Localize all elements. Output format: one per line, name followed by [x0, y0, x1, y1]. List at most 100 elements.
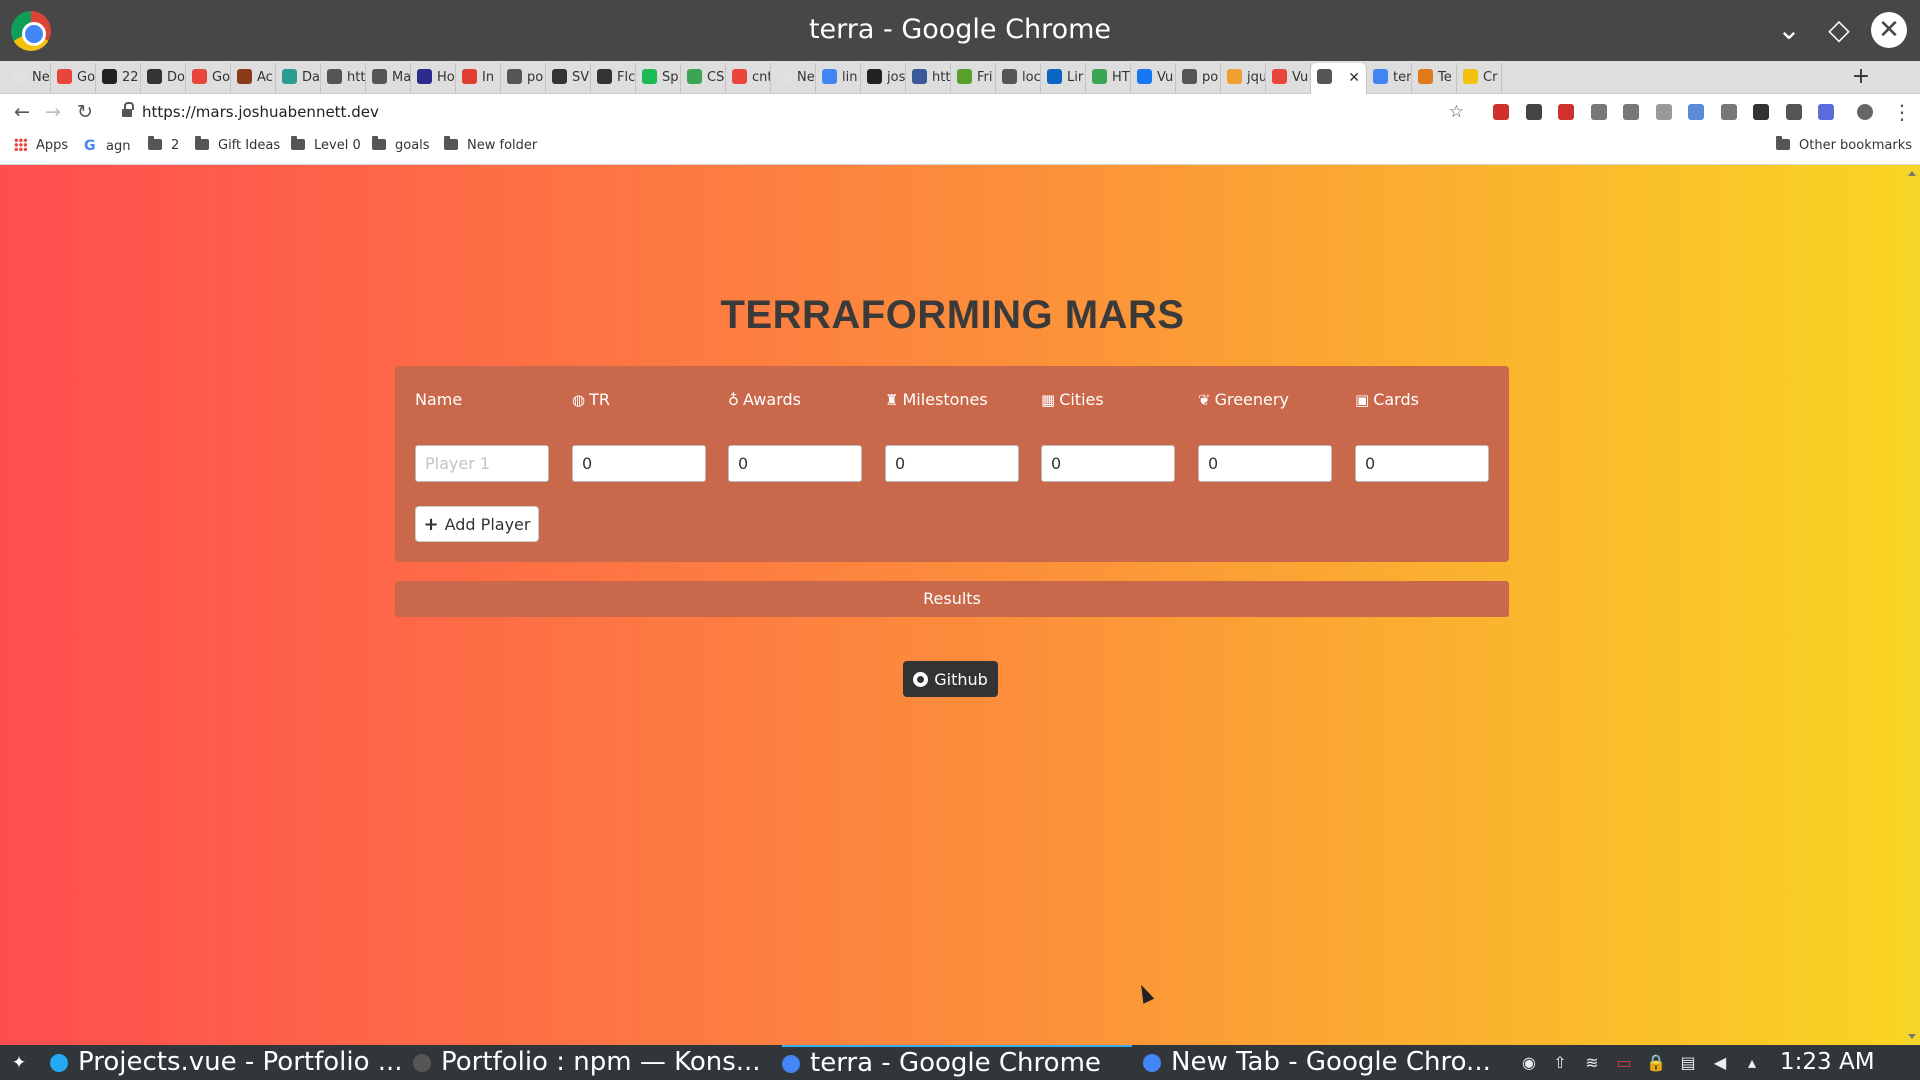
application-launcher-icon[interactable]: ✦ — [8, 1052, 30, 1074]
taskbar-task[interactable]: Projects.vue - Portfolio ... — [50, 1045, 402, 1080]
greenery-input[interactable] — [1198, 445, 1332, 482]
bookmark-folder-gift-ideas[interactable]: Gift Ideas — [195, 130, 280, 162]
minimize-button[interactable]: ⌄ — [1771, 12, 1807, 48]
bookmark-folder-level-0[interactable]: Level 0 — [291, 130, 361, 162]
browser-tab[interactable]: lin — [816, 63, 861, 93]
milestones-input[interactable] — [885, 445, 1019, 482]
browser-tab[interactable]: Go — [51, 63, 96, 93]
github-button[interactable]: Github — [903, 661, 998, 697]
extension-icon[interactable] — [1493, 104, 1509, 120]
back-button[interactable]: ← — [8, 98, 36, 126]
extension-icon[interactable] — [1558, 104, 1574, 120]
browser-tab[interactable]: In — [456, 63, 501, 93]
browser-tab[interactable]: htt — [321, 63, 366, 93]
maximize-button[interactable]: ◇ — [1821, 12, 1857, 48]
browser-tab[interactable]: ter — [1367, 63, 1412, 93]
browser-tab[interactable]: HT — [1086, 63, 1131, 93]
task-app-icon — [413, 1054, 431, 1072]
extension-icon[interactable] — [1818, 104, 1834, 120]
globe-icon: ◍ — [572, 391, 586, 409]
browser-tab[interactable]: po — [1176, 63, 1221, 93]
url-text[interactable]: https://mars.joshuabennett.dev — [142, 98, 379, 126]
browser-tab[interactable]: Ma — [366, 63, 411, 93]
scroll-down-arrow-icon[interactable] — [1908, 1034, 1916, 1039]
tab-label: Do — [167, 70, 185, 85]
close-tab-icon[interactable]: ✕ — [1348, 63, 1360, 93]
browser-tab[interactable]: Te — [1412, 63, 1457, 93]
browser-tab[interactable]: po — [501, 63, 546, 93]
browser-tab[interactable]: New T — [6, 63, 51, 93]
add-player-button[interactable]: + Add Player — [415, 506, 539, 542]
taskbar-task[interactable]: Portfolio : npm — Kons... — [413, 1045, 765, 1080]
extension-icon[interactable] — [1590, 104, 1607, 120]
browser-tab[interactable]: loc — [996, 63, 1041, 93]
plus-icon: + — [423, 513, 439, 535]
bookmark-folder-goals[interactable]: goals — [372, 130, 430, 162]
bookmark-agn[interactable]: Gagn — [84, 130, 130, 162]
browser-tab[interactable]: jos — [861, 63, 906, 93]
lock-tray-icon[interactable]: 🔒 — [1646, 1053, 1666, 1073]
forward-button[interactable]: → — [39, 98, 67, 126]
other-bookmarks[interactable]: Other bookmarks — [1776, 130, 1912, 162]
address-bar[interactable]: https://mars.joshuabennett.dev ☆ — [112, 98, 1464, 126]
browser-tab[interactable]: Sp — [636, 63, 681, 93]
new-tab-button[interactable]: + — [1846, 61, 1876, 93]
browser-tab[interactable]: Do — [141, 63, 186, 93]
browser-tab[interactable]: Flc — [591, 63, 636, 93]
volume-icon[interactable]: ◀ — [1710, 1053, 1730, 1073]
browser-tab[interactable]: ✕ — [1311, 63, 1367, 95]
extension-icon[interactable] — [1785, 104, 1802, 120]
bookmark-apps[interactable]: Apps — [14, 130, 68, 162]
browser-tab[interactable]: jqu — [1221, 63, 1266, 93]
bookmark-star-icon[interactable]: ☆ — [1449, 98, 1464, 126]
clock[interactable]: 1:23 AM — [1780, 1045, 1875, 1080]
task-label: terra - Google Chrome — [810, 1048, 1101, 1078]
browser-tab[interactable]: Vu — [1131, 63, 1176, 93]
task-app-icon — [1143, 1054, 1161, 1072]
browser-tab[interactable]: Da — [276, 63, 321, 93]
scroll-up-arrow-icon[interactable] — [1908, 171, 1916, 176]
browser-tab[interactable]: SV — [546, 63, 591, 93]
extension-icon[interactable] — [1623, 104, 1639, 120]
reload-button[interactable]: ↻ — [71, 98, 99, 126]
updates-tray-icon[interactable]: ⇧ — [1550, 1053, 1570, 1073]
browser-tab[interactable]: Cr — [1457, 63, 1502, 93]
github-label: Github — [934, 669, 988, 689]
player-name-input[interactable] — [415, 445, 549, 482]
bookmark-folder-2[interactable]: 2 — [148, 130, 179, 162]
browser-tab[interactable]: Ac — [231, 63, 276, 93]
wifi-icon[interactable]: ≋ — [1582, 1053, 1602, 1073]
page-scrollbar[interactable] — [1905, 165, 1920, 1045]
browser-tab[interactable]: Ho — [411, 63, 456, 93]
awards-input[interactable] — [728, 445, 862, 482]
extension-icon[interactable] — [1720, 104, 1737, 120]
chrome-menu-button[interactable]: ⋮ — [1892, 98, 1912, 126]
extension-icon[interactable] — [1688, 104, 1704, 120]
taskbar-task[interactable]: terra - Google Chrome — [782, 1045, 1132, 1080]
cities-input[interactable] — [1041, 445, 1175, 482]
extension-icon[interactable] — [1655, 104, 1672, 120]
bookmark-folder-new-folder[interactable]: New folder — [444, 130, 537, 162]
browser-tab[interactable]: 22 — [96, 63, 141, 93]
battery-icon[interactable]: ▭ — [1614, 1053, 1634, 1073]
tab-label: CS — [707, 70, 725, 85]
results-bar[interactable]: Results — [395, 581, 1509, 617]
browser-tab[interactable]: Vu — [1266, 63, 1311, 93]
clipboard-icon[interactable]: ▤ — [1678, 1053, 1698, 1073]
profile-avatar[interactable] — [1857, 104, 1873, 120]
browser-tab[interactable]: Lir — [1041, 63, 1086, 93]
extension-icon[interactable] — [1525, 104, 1542, 120]
browser-tab[interactable]: Go — [186, 63, 231, 93]
extension-icon[interactable] — [1753, 104, 1769, 120]
taskbar-task[interactable]: New Tab - Google Chro... — [1143, 1045, 1493, 1080]
browser-tab[interactable]: htt — [906, 63, 951, 93]
browser-tab[interactable]: CS — [681, 63, 726, 93]
chrome-tray-icon[interactable]: ◉ — [1519, 1053, 1539, 1073]
cards-input[interactable] — [1355, 445, 1489, 482]
browser-tab[interactable]: New T — [771, 63, 816, 93]
browser-tab[interactable]: cnt — [726, 63, 771, 93]
tray-expand-icon[interactable]: ▴ — [1742, 1053, 1762, 1073]
tr-input[interactable] — [572, 445, 706, 482]
browser-tab[interactable]: Fri — [951, 63, 996, 93]
close-window-button[interactable]: ✕ — [1871, 12, 1907, 48]
